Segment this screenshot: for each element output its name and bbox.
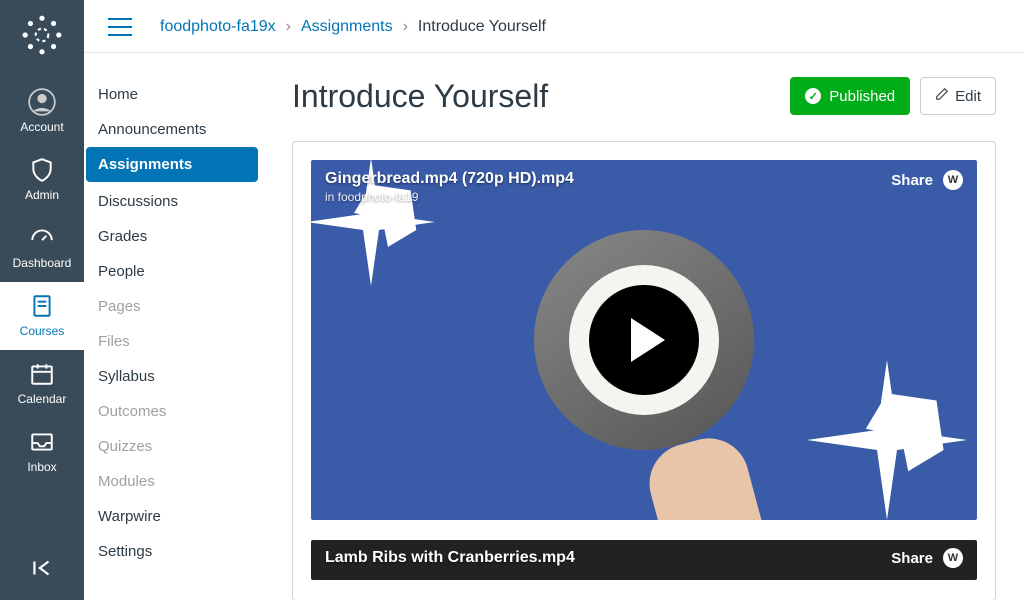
video-player-1[interactable]: Gingerbread.mp4 (720p HD).mp4 in foodpho… xyxy=(311,160,977,520)
course-nav-people[interactable]: People xyxy=(84,254,264,289)
nav-account-label: Account xyxy=(20,120,63,134)
canvas-logo-icon xyxy=(21,14,63,56)
nav-collapse-button[interactable] xyxy=(29,555,55,586)
nav-inbox-label: Inbox xyxy=(27,460,56,474)
edit-label: Edit xyxy=(955,88,981,105)
course-nav-assignments[interactable]: Assignments xyxy=(86,147,258,182)
nav-admin-label: Admin xyxy=(25,188,59,202)
check-icon: ✓ xyxy=(805,88,821,104)
content-header: Introduce Yourself ✓ Published Edit xyxy=(292,77,996,115)
chevron-right-icon: › xyxy=(286,18,291,36)
dashboard-icon xyxy=(28,224,56,252)
course-nav-quizzes[interactable]: Quizzes xyxy=(84,429,264,464)
courses-icon xyxy=(28,292,56,320)
course-nav-warpwire[interactable]: Warpwire xyxy=(84,499,264,534)
topbar: foodphoto-fa19x › Assignments › Introduc… xyxy=(84,0,1024,53)
nav-courses-label: Courses xyxy=(20,324,65,338)
nav-calendar-label: Calendar xyxy=(18,392,67,406)
course-nav-syllabus[interactable]: Syllabus xyxy=(84,359,264,394)
course-nav-modules[interactable]: Modules xyxy=(84,464,264,499)
admin-icon xyxy=(28,156,56,184)
nav-inbox[interactable]: Inbox xyxy=(0,418,84,486)
course-nav-outcomes[interactable]: Outcomes xyxy=(84,394,264,429)
hamburger-icon[interactable] xyxy=(108,18,132,36)
published-button[interactable]: ✓ Published xyxy=(790,77,910,115)
nav-calendar[interactable]: Calendar xyxy=(0,350,84,418)
calendar-icon xyxy=(28,360,56,388)
course-nav-discussions[interactable]: Discussions xyxy=(84,184,264,219)
course-nav-announcements[interactable]: Announcements xyxy=(84,112,264,147)
edit-button[interactable]: Edit xyxy=(920,77,996,115)
content: Introduce Yourself ✓ Published Edit xyxy=(264,53,1024,600)
video-title-2: Lamb Ribs with Cranberries.mp4 xyxy=(325,549,575,567)
course-nav: Home Announcements Assignments Discussio… xyxy=(84,53,264,600)
account-icon xyxy=(28,88,56,116)
breadcrumb-section[interactable]: Assignments xyxy=(301,18,393,36)
warpwire-badge-icon[interactable]: W xyxy=(943,548,963,568)
video-share-2[interactable]: Share xyxy=(891,550,933,567)
course-nav-grades[interactable]: Grades xyxy=(84,219,264,254)
video-subtitle-1: in foodphoto-fa19 xyxy=(325,190,574,204)
global-nav: Account Admin Dashboard Courses Calendar… xyxy=(0,0,84,600)
video-share-1[interactable]: Share xyxy=(891,172,933,189)
breadcrumb-current: Introduce Yourself xyxy=(418,18,546,36)
video-player-2[interactable]: Lamb Ribs with Cranberries.mp4 Share W xyxy=(311,540,977,580)
nav-courses[interactable]: Courses xyxy=(0,282,84,350)
page-title: Introduce Yourself xyxy=(292,78,548,115)
play-button[interactable] xyxy=(589,285,699,395)
breadcrumb: foodphoto-fa19x › Assignments › Introduc… xyxy=(160,18,546,36)
course-nav-files[interactable]: Files xyxy=(84,324,264,359)
inbox-icon xyxy=(28,428,56,456)
published-label: Published xyxy=(829,88,895,105)
main-area: foodphoto-fa19x › Assignments › Introduc… xyxy=(84,0,1024,600)
nav-account[interactable]: Account xyxy=(0,78,84,146)
video-container: Gingerbread.mp4 (720p HD).mp4 in foodpho… xyxy=(292,141,996,600)
nav-admin[interactable]: Admin xyxy=(0,146,84,214)
nav-dashboard-label: Dashboard xyxy=(13,256,72,270)
chevron-right-icon: › xyxy=(403,18,408,36)
warpwire-badge-icon[interactable]: W xyxy=(943,170,963,190)
pencil-icon xyxy=(935,87,949,105)
course-nav-home[interactable]: Home xyxy=(84,77,264,112)
nav-dashboard[interactable]: Dashboard xyxy=(0,214,84,282)
course-nav-pages[interactable]: Pages xyxy=(84,289,264,324)
course-nav-settings[interactable]: Settings xyxy=(84,534,264,569)
breadcrumb-course[interactable]: foodphoto-fa19x xyxy=(160,18,276,36)
play-icon xyxy=(631,318,665,362)
video-title-1: Gingerbread.mp4 (720p HD).mp4 xyxy=(325,170,574,188)
